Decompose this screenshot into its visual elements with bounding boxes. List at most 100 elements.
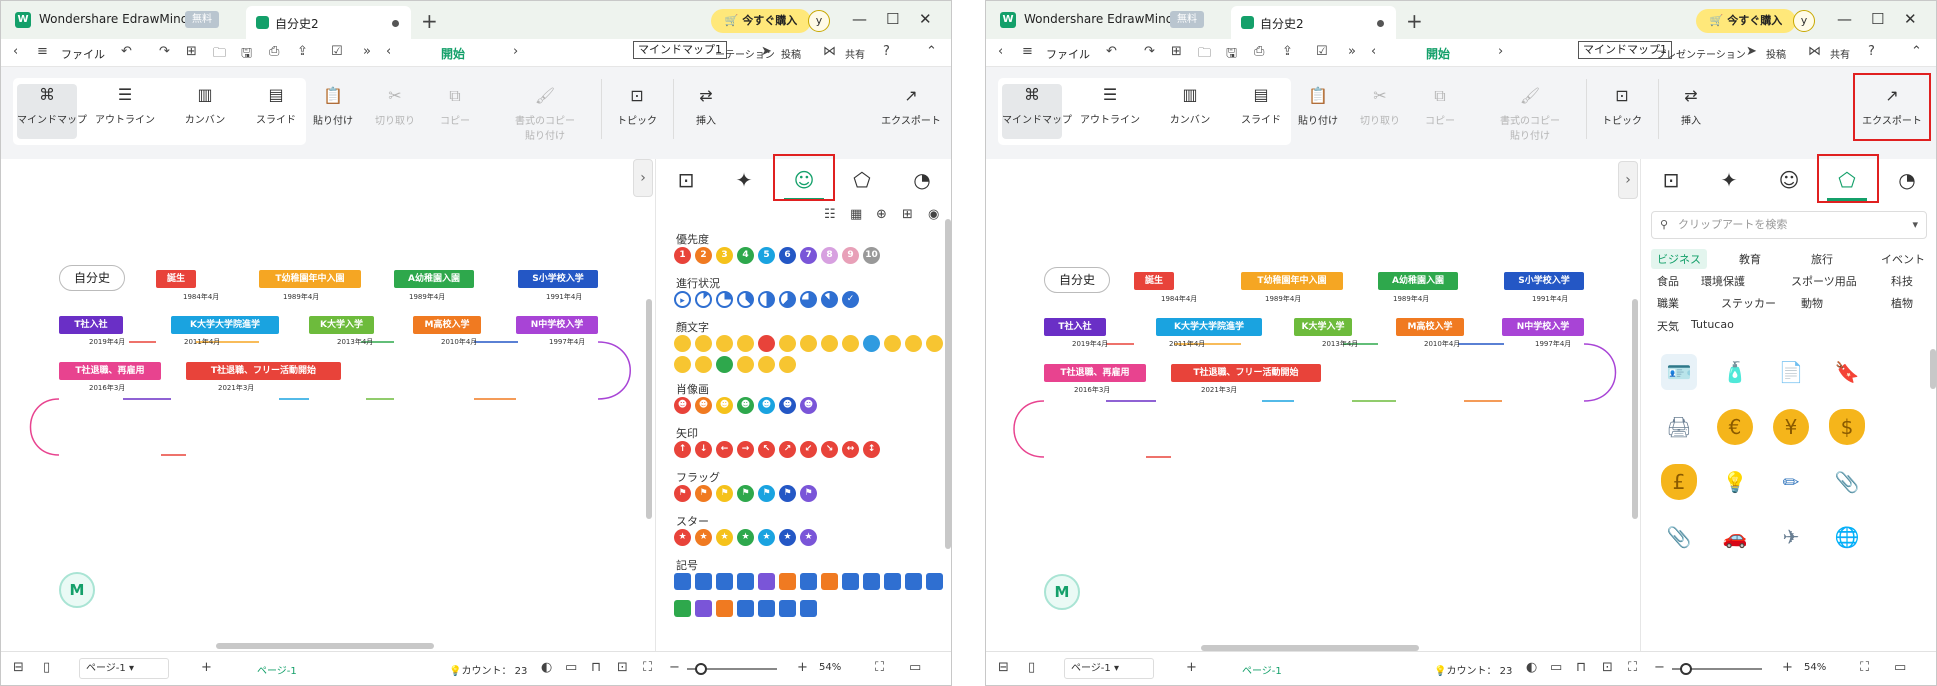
progress-icon[interactable]: ▸ — [674, 291, 691, 308]
unsaved-dot-icon[interactable] — [1377, 20, 1384, 27]
view-slides-button[interactable]: ▤ スライド — [1231, 84, 1291, 126]
emoji-icon[interactable] — [758, 356, 775, 373]
symbol-icon[interactable] — [674, 600, 691, 617]
arrow-up-right-icon[interactable]: ↗ — [779, 441, 796, 458]
flag-icon[interactable]: ⚑ — [800, 485, 817, 502]
portrait-icon[interactable]: ☻ — [674, 397, 691, 414]
chevron-down-icon[interactable]: ▾ — [1912, 212, 1918, 238]
minimize-button[interactable]: — — [852, 10, 867, 28]
star-icon[interactable]: ★ — [716, 529, 733, 546]
checkbox-icon[interactable]: ☑ — [331, 44, 343, 59]
add-page-button[interactable]: + — [1186, 660, 1197, 675]
cut-button[interactable]: ✂ 切り取り — [1350, 85, 1410, 127]
clipart-search-input[interactable]: ⚲ クリップアートを検索 ▾ — [1651, 211, 1927, 239]
emoji-icon[interactable] — [800, 335, 817, 352]
id-badge-icon[interactable]: 🪪 — [1661, 354, 1697, 390]
priority-8-icon[interactable]: 8 — [821, 247, 838, 264]
share-button[interactable]: 共有 — [845, 46, 865, 61]
star-icon[interactable]: ★ — [695, 529, 712, 546]
help-icon[interactable]: ? — [883, 44, 890, 59]
arrow-up-left-icon[interactable]: ↖ — [758, 441, 775, 458]
priority-3-icon[interactable]: 3 — [716, 247, 733, 264]
mindmap-node[interactable]: T幼稚園年中入園 — [259, 270, 361, 288]
emoji-icon[interactable] — [905, 335, 922, 352]
eye-icon[interactable]: ◉ — [928, 207, 939, 222]
symbol-icon[interactable] — [737, 600, 754, 617]
arrow-horizontal-icon[interactable]: ↔ — [842, 441, 859, 458]
close-button[interactable]: ✕ — [1904, 10, 1917, 28]
symbol-icon[interactable] — [758, 600, 775, 617]
flag-icon[interactable]: ⚑ — [695, 485, 712, 502]
back-icon[interactable]: ‹ — [13, 44, 18, 59]
portrait-icon[interactable]: ☻ — [716, 397, 733, 414]
share-icon[interactable]: ⋈ — [1808, 44, 1821, 59]
category-sports[interactable]: スポーツ用品 — [1791, 273, 1857, 289]
progress-icon[interactable] — [716, 291, 733, 308]
yen-coin-icon[interactable]: ¥ — [1773, 409, 1809, 445]
category-travel[interactable]: 旅行 — [1811, 251, 1833, 267]
priority-5-icon[interactable]: 5 — [758, 247, 775, 264]
view-outline-button[interactable]: ☰ アウトライン — [1080, 84, 1140, 126]
stamp-icon[interactable]: 🔖 — [1829, 354, 1865, 390]
flag-icon[interactable]: ⚑ — [737, 485, 754, 502]
nav-left-icon[interactable]: ‹ — [386, 44, 391, 59]
share-icon[interactable]: ⋈ — [823, 44, 836, 59]
document-tab[interactable]: 自分史2 — [1231, 6, 1396, 39]
emoji-icon[interactable] — [674, 335, 691, 352]
symbol-icon[interactable] — [842, 573, 859, 590]
progress-icon[interactable] — [737, 291, 754, 308]
post-icon[interactable]: ➤ — [1746, 44, 1757, 59]
symbol-icon[interactable] — [716, 573, 733, 590]
undo-icon[interactable]: ↶ — [1106, 44, 1117, 59]
back-icon[interactable]: ‹ — [998, 44, 1003, 59]
add-page-button[interactable]: + — [201, 660, 212, 675]
copy-button[interactable]: ⧉ コピー — [1410, 85, 1470, 127]
mindmap-node[interactable]: 誕生 — [156, 270, 196, 288]
pencil-icon[interactable]: ✏ — [1773, 464, 1809, 500]
category-tech[interactable]: 科技 — [1891, 273, 1913, 289]
star-icon[interactable]: ★ — [674, 529, 691, 546]
nav-left-icon[interactable]: ‹ — [1371, 44, 1376, 59]
symbol-icon[interactable] — [695, 600, 712, 617]
symbol-icon[interactable] — [926, 573, 943, 590]
mindmap-node[interactable]: M高校入学 — [413, 316, 481, 334]
progress-icon[interactable] — [821, 291, 838, 308]
mindmap-node[interactable]: T社入社 — [1044, 318, 1106, 336]
export-small-icon[interactable]: ⇪ — [1282, 44, 1293, 59]
portrait-icon[interactable]: ☻ — [737, 397, 754, 414]
category-animal[interactable]: 動物 — [1801, 295, 1823, 311]
zoom-out-button[interactable]: − — [669, 660, 680, 675]
emoji-icon[interactable] — [695, 335, 712, 352]
category-education[interactable]: 教育 — [1739, 251, 1761, 267]
buy-now-button[interactable]: 🛒 今すぐ購入 — [1696, 9, 1796, 33]
new-icon[interactable]: ⊞ — [1171, 44, 1182, 59]
flag-icon[interactable]: ⚑ — [674, 485, 691, 502]
format-painter-button[interactable]: 🖌 書式のコピー 貼り付け — [1498, 85, 1562, 142]
star-icon[interactable]: ★ — [737, 529, 754, 546]
avatar[interactable]: y — [808, 10, 830, 32]
panel-collapse-button[interactable]: › — [633, 159, 653, 197]
category-tutucao[interactable]: Tutucao — [1691, 318, 1734, 331]
tab-clipart[interactable]: ⬠ — [832, 159, 892, 201]
present-icon[interactable]: ⊓ — [591, 660, 601, 675]
present-icon[interactable]: ⊓ — [1576, 660, 1586, 675]
tab-style[interactable]: ⊡ — [656, 159, 716, 201]
vertical-scrollbar[interactable] — [1632, 299, 1638, 519]
emoji-icon[interactable] — [884, 335, 901, 352]
mindmap-node[interactable]: K大学入学 — [309, 316, 374, 334]
symbol-icon[interactable] — [674, 573, 691, 590]
edrawmind-assistant-icon[interactable]: M — [59, 572, 95, 608]
mindmap-node[interactable]: T社退職、再雇用 — [1044, 364, 1146, 382]
euro-coin-icon[interactable]: € — [1717, 409, 1753, 445]
panel-toggle-icon[interactable]: ▭ — [1894, 660, 1906, 675]
expand-icon[interactable]: ⛶ — [643, 660, 652, 675]
file-menu[interactable]: ファイル — [61, 46, 105, 62]
page-select[interactable]: ページ-1 ▾ — [1064, 658, 1154, 679]
nav-right-icon[interactable]: › — [1498, 44, 1503, 59]
mindmap-node[interactable]: K大学大学院進学 — [1156, 318, 1262, 336]
paste-button[interactable]: 📋 貼り付け — [303, 85, 363, 127]
root-topic[interactable]: 自分史 — [59, 265, 125, 291]
collapse-ribbon-icon[interactable]: ⌃ — [926, 44, 937, 59]
expand-icon[interactable]: ⛶ — [1628, 660, 1637, 675]
emoji-icon[interactable] — [737, 335, 754, 352]
